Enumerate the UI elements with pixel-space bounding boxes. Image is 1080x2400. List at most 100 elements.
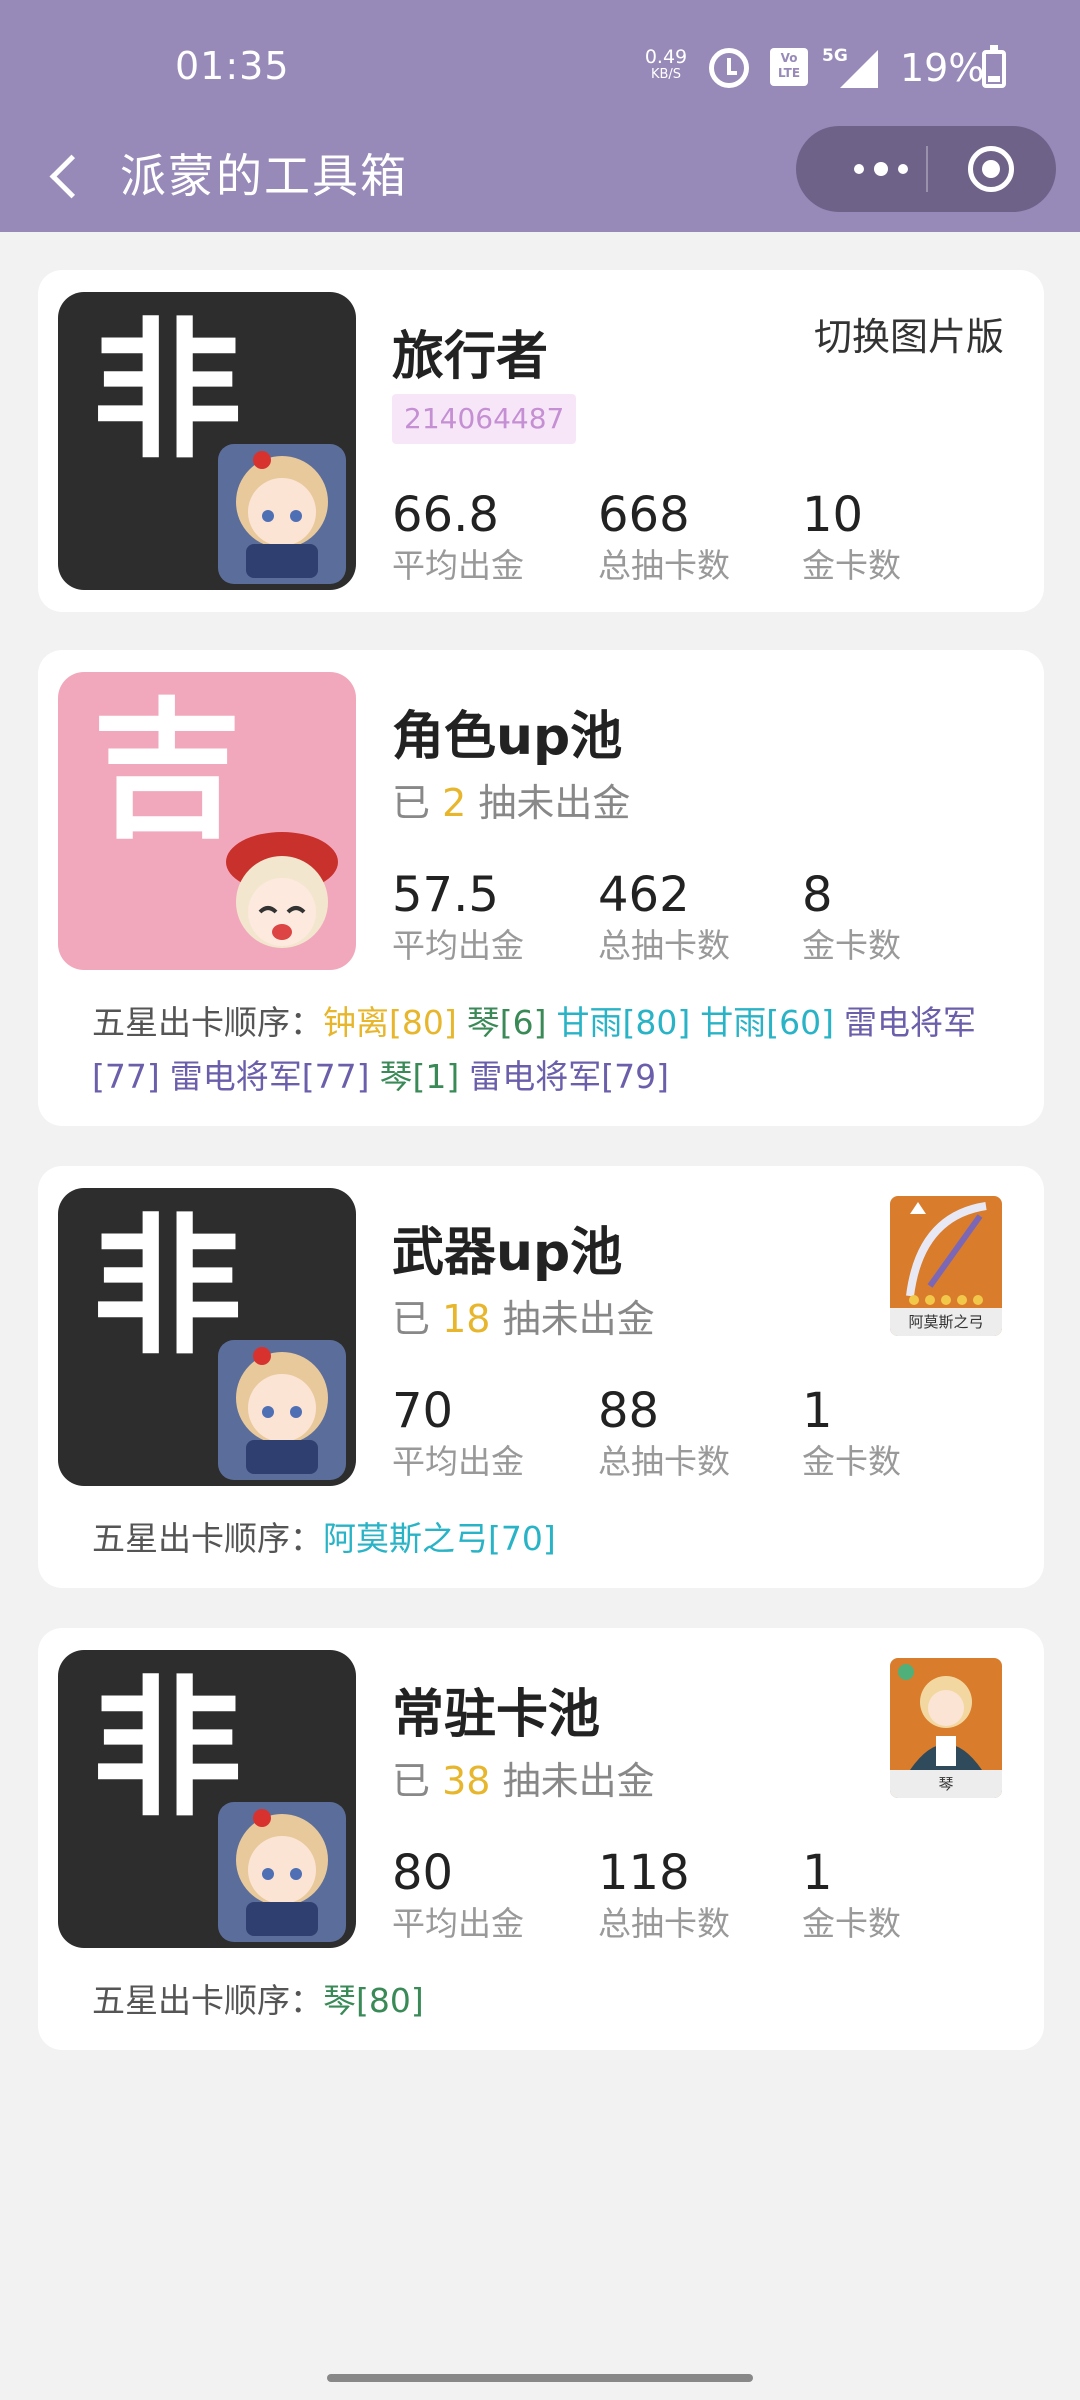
pool-title: 角色up池 [392,707,623,767]
battery-icon [982,45,1006,88]
stat-label: 总抽卡数 [598,926,730,965]
pool-avatar: 非 [58,1188,356,1486]
stat-avg: 70 平均出金 [392,1382,524,1484]
switch-image-version-button[interactable]: 切换图片版 [814,306,1004,361]
status-time: 01:35 [175,44,290,88]
status-bar: 01:35 0.49 KB/S Vo LTE 5G 19% [0,0,1080,134]
five-star-order: 五星出卡顺序：阿莫斯之弓[70] [92,1512,1012,1566]
pity-count: 18 [442,1297,491,1341]
weapon-name: 阿莫斯之弓 [890,1308,1002,1336]
stat-value: 70 [392,1383,454,1439]
battery-percent: 19% [900,46,985,90]
stat-label: 金卡数 [802,546,901,585]
order-item: 琴[6] [466,1003,547,1042]
order-item: 甘雨[60] [700,1003,834,1042]
network-speed-value: 0.49 [644,46,688,68]
stat-total: 668 总抽卡数 [598,486,730,588]
stat-gold: 1 金卡数 [802,1844,901,1946]
pity-counter: 已 38 抽未出金 [392,1750,655,1805]
capsule-divider [926,146,928,192]
uid-badge: 214064487 [392,394,577,444]
stat-value: 88 [598,1383,660,1439]
pool-avatar: 非 [58,1650,356,1948]
stat-value: 10 [802,487,864,543]
home-indicator[interactable] [327,2374,753,2382]
stat-gold: 10 金卡数 [802,486,901,588]
stat-avg: 80 平均出金 [392,1844,524,1946]
stat-value: 462 [598,867,690,923]
chibi-character-icon [218,1802,346,1942]
order-label: 五星出卡顺序： [92,1003,323,1042]
order-item: 琴[1] [379,1057,460,1096]
pity-suffix: 抽未出金 [502,1759,655,1803]
stat-value: 668 [598,487,690,543]
profile-name: 旅行者 [392,327,549,387]
order-item: 雷电将军[77] [169,1057,370,1096]
order-item: 甘雨[80] [556,1003,691,1042]
pity-prefix: 已 [392,1297,431,1341]
pity-counter: 已 18 抽未出金 [392,1288,655,1343]
profile-avatar: 非 [58,292,356,590]
pool-card-character: 吉 角色up池 已 2 抽未出金 57.5 平均出金 462 总抽卡数 8 金卡… [38,650,1044,1126]
order-item: 钟离[80] [323,1003,457,1042]
order-item: 雷电将军[79] [469,1057,669,1096]
stat-label: 总抽卡数 [598,546,730,585]
stat-value: 66.8 [392,487,499,543]
close-target-button[interactable] [968,146,1014,192]
nav-header: 派蒙的工具箱 [0,126,1080,232]
stat-label: 平均出金 [392,1904,524,1943]
order-item: 阿莫斯之弓[70] [323,1519,556,1558]
stat-total: 88 总抽卡数 [598,1382,730,1484]
stat-label: 平均出金 [392,1442,524,1481]
page-title: 派蒙的工具箱 [120,149,408,203]
pool-avatar: 吉 [58,672,356,970]
top-bar: 01:35 0.49 KB/S Vo LTE 5G 19% 派蒙的工具箱 [0,0,1080,232]
stat-label: 金卡数 [802,926,901,965]
bow-icon [906,1202,987,1305]
pity-counter: 已 2 抽未出金 [392,772,630,827]
stat-value: 118 [598,1845,690,1901]
pool-card-weapon: 非 武器up池 阿莫斯之弓 已 18 抽未出金 70 平均出金 88 总抽卡数 … [38,1166,1044,1588]
stat-gold: 1 金卡数 [802,1382,901,1484]
stat-total: 118 总抽卡数 [598,1844,730,1946]
weapon-thumbnail[interactable]: 阿莫斯之弓 [890,1196,1002,1336]
character-name: 琴 [890,1770,1002,1798]
stat-label: 金卡数 [802,1442,901,1481]
volte-icon: Vo LTE [770,48,808,86]
stat-value: 57.5 [392,867,499,923]
more-button[interactable] [836,126,926,212]
pool-card-standard: 非 常驻卡池 琴 已 38 抽未出金 80 平均出金 118 总抽卡数 1 金卡… [38,1628,1044,2050]
more-dot-icon [874,162,888,176]
stat-value: 8 [802,867,833,923]
stat-label: 平均出金 [392,546,524,585]
character-thumbnail[interactable]: 琴 [890,1658,1002,1798]
stat-label: 总抽卡数 [598,1904,730,1943]
more-dot-icon [854,164,864,174]
stat-total: 462 总抽卡数 [598,866,730,968]
stat-label: 总抽卡数 [598,1442,730,1481]
order-item: 琴[80] [323,1981,424,2020]
stat-value: 80 [392,1845,454,1901]
chibi-character-icon [218,1340,346,1480]
pity-count: 38 [442,1759,491,1803]
back-button[interactable] [36,146,96,206]
stat-value: 1 [802,1845,833,1901]
more-dot-icon [898,164,908,174]
pity-count: 2 [442,781,467,825]
profile-card: 非 旅行者 214064487 切换图片版 66.8 平均出金 668 总抽卡数… [38,270,1044,612]
stat-gold: 8 金卡数 [802,866,901,968]
pool-title: 常驻卡池 [392,1685,601,1745]
stat-label: 平均出金 [392,926,524,965]
stat-avg: 57.5 平均出金 [392,866,524,968]
pity-suffix: 抽未出金 [478,781,631,825]
chibi-character-icon [226,832,338,948]
five-star-order: 五星出卡顺序：琴[80] [92,1974,1012,2028]
stat-label: 金卡数 [802,1904,901,1943]
signal-icon [840,50,878,88]
five-star-order: 五星出卡顺序：钟离[80] 琴[6] 甘雨[80] 甘雨[60] 雷电将军[77] 雷电将… [92,996,1012,1104]
order-label: 五星出卡顺序： [92,1519,323,1558]
pool-title: 武器up池 [392,1223,623,1283]
network-speed-unit: KB/S [650,67,682,82]
mini-program-capsule [796,126,1056,212]
pity-prefix: 已 [392,781,431,825]
